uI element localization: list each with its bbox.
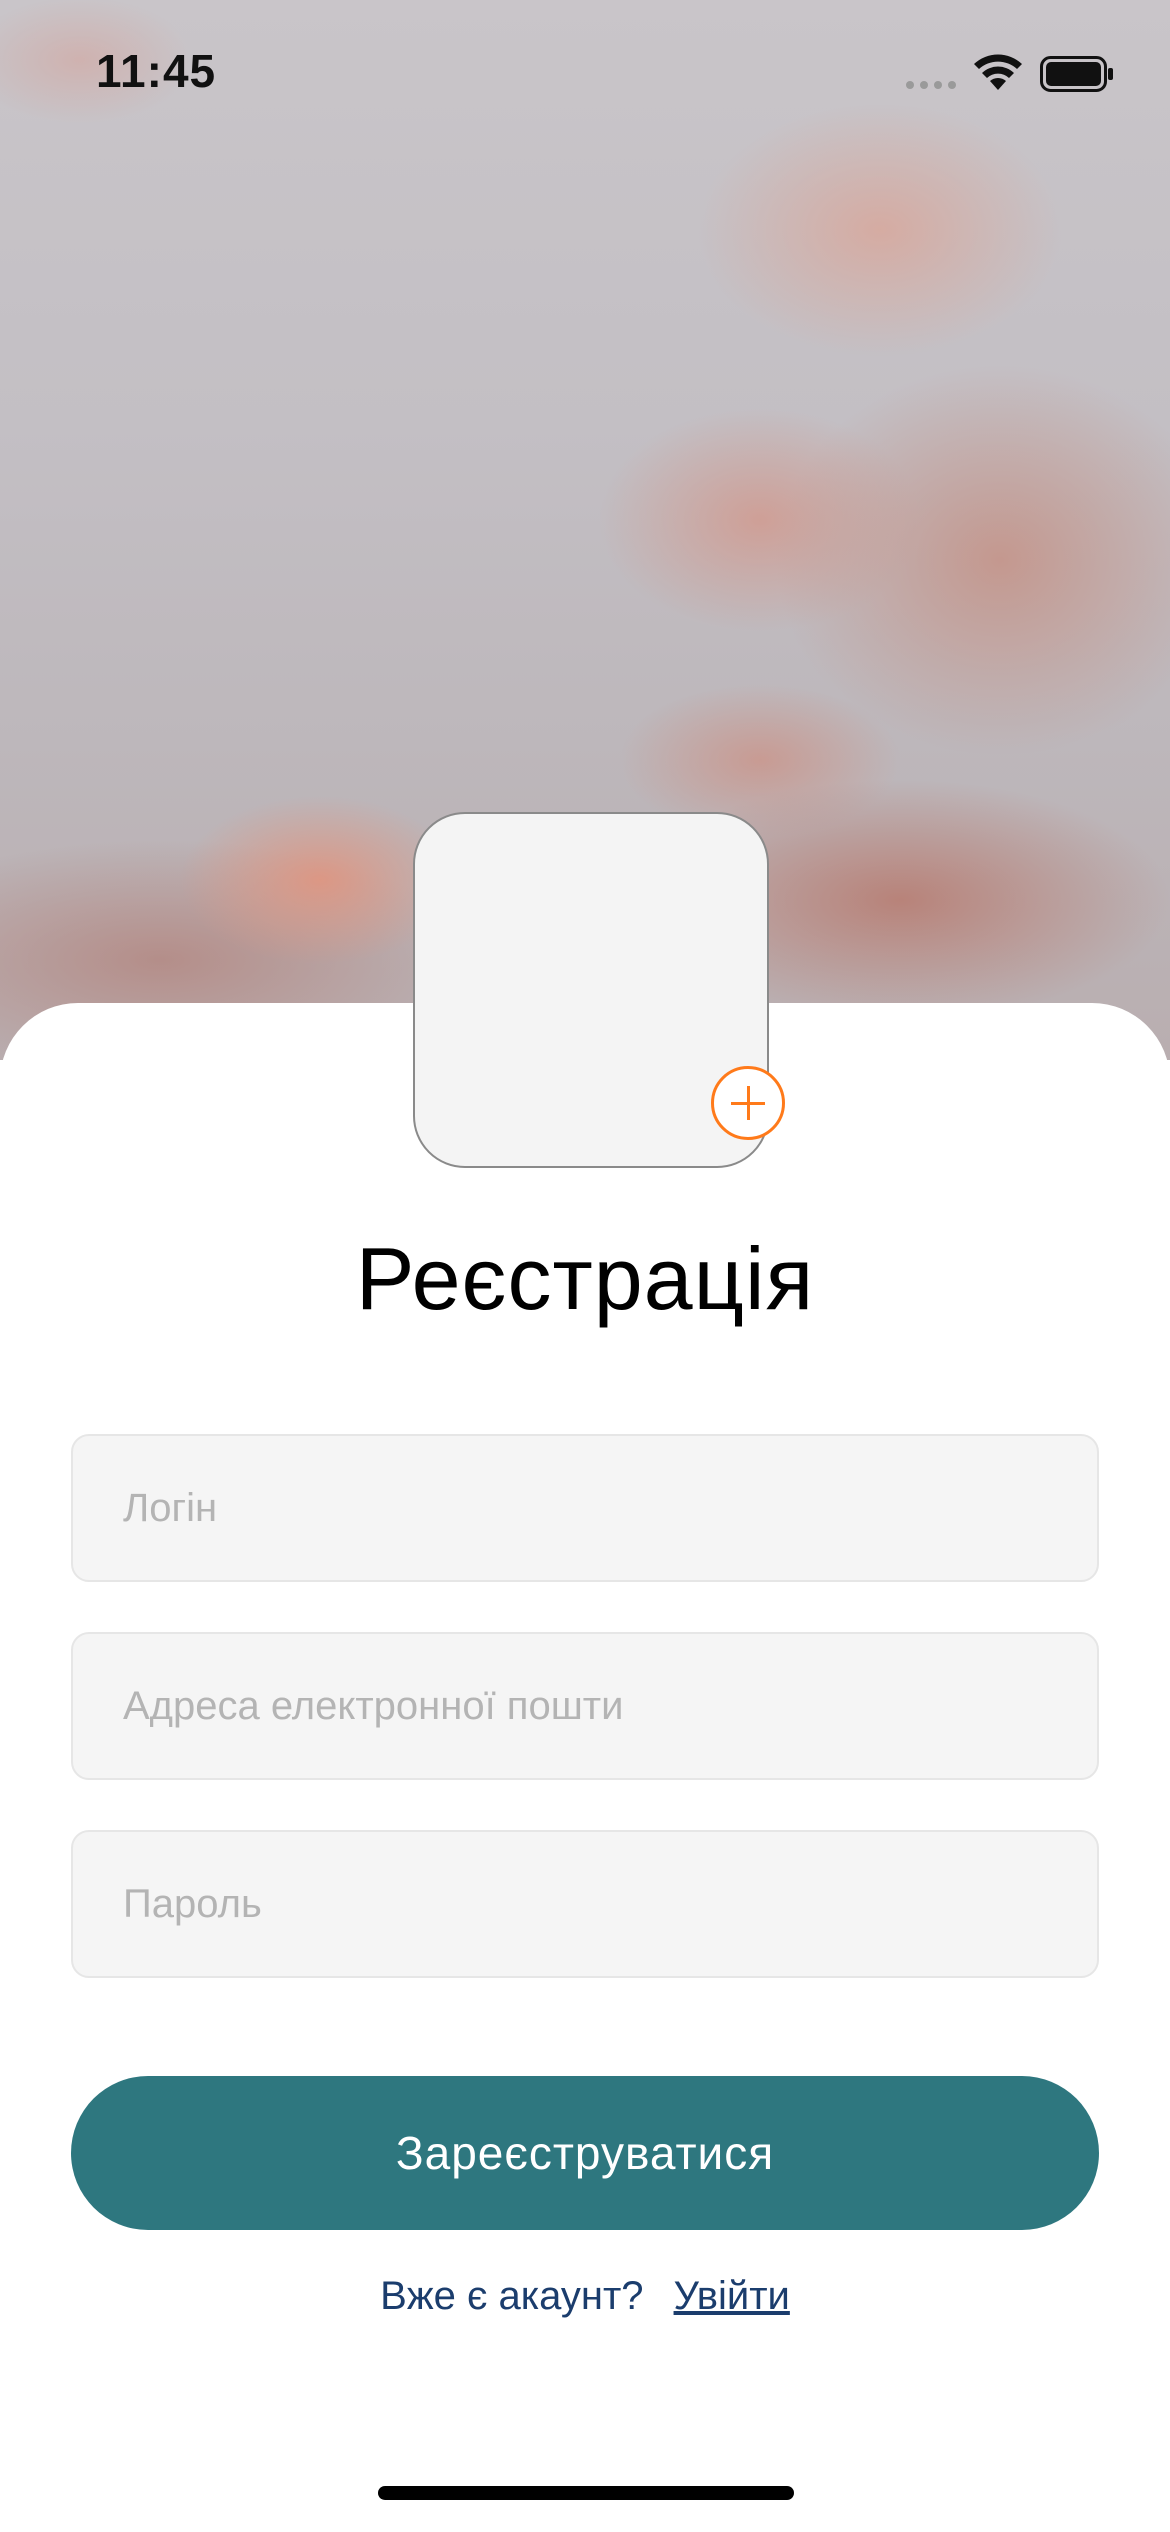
add-photo-button[interactable] bbox=[711, 1066, 785, 1140]
login-link[interactable]: Увійти bbox=[674, 2274, 790, 2318]
status-time: 11:45 bbox=[96, 45, 217, 97]
login-prompt: Вже є акаунт? Увійти bbox=[0, 2274, 1170, 2319]
page-title: Реєстрація bbox=[355, 1229, 815, 1328]
email-input[interactable] bbox=[73, 1634, 1097, 1778]
email-field[interactable] bbox=[71, 1632, 1099, 1780]
cellular-signal-icon bbox=[906, 81, 956, 89]
wifi-icon bbox=[974, 54, 1022, 90]
status-bar: 11:45 bbox=[0, 0, 1170, 140]
password-field[interactable] bbox=[71, 1830, 1099, 1978]
password-input[interactable] bbox=[73, 1832, 1097, 1976]
register-button[interactable]: Зареєструватися bbox=[71, 2076, 1099, 2230]
login-input[interactable] bbox=[73, 1436, 1097, 1580]
home-indicator bbox=[378, 2486, 794, 2500]
battery-full-icon bbox=[1040, 56, 1113, 92]
login-field[interactable] bbox=[71, 1434, 1099, 1582]
login-prompt-text: Вже є акаунт? bbox=[380, 2274, 644, 2318]
